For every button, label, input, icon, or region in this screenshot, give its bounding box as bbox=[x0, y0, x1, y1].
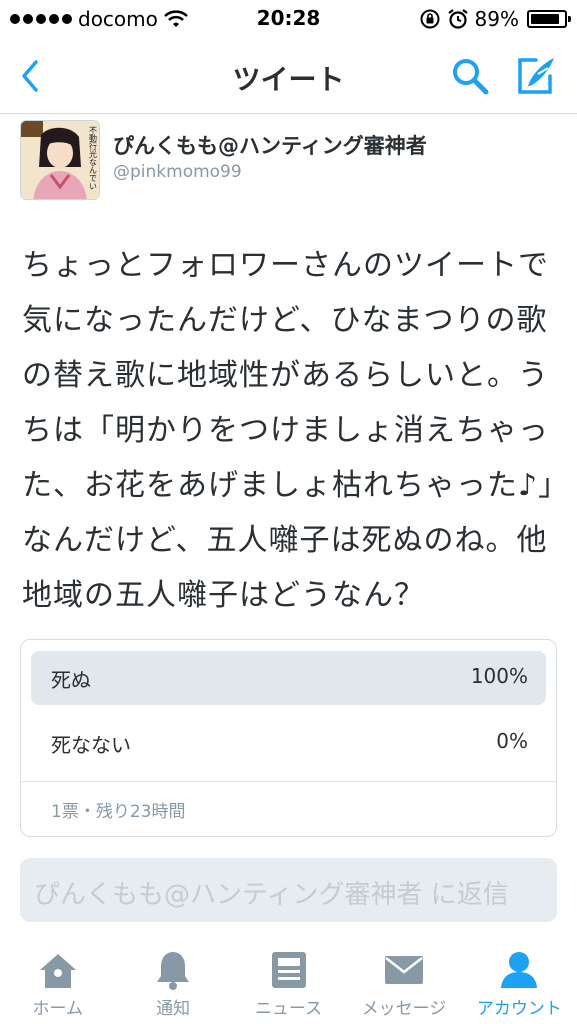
tab-label: ホーム bbox=[32, 999, 83, 1019]
bell-icon bbox=[157, 952, 190, 990]
person-icon bbox=[501, 952, 538, 988]
poll-option-percent: 0% bbox=[496, 729, 528, 753]
author-display-name[interactable]: ぴんくもも@ハンティング審神者 bbox=[113, 130, 427, 160]
tab-messages[interactable]: メッセージ bbox=[346, 938, 461, 1024]
poll-result-bar bbox=[31, 651, 546, 705]
search-icon[interactable] bbox=[448, 54, 492, 98]
tab-notifications[interactable]: 通知 bbox=[115, 938, 230, 1024]
tab-label: ニュース bbox=[254, 999, 323, 1019]
compose-icon[interactable] bbox=[512, 54, 558, 98]
avatar[interactable]: 不動行光なんでい bbox=[20, 120, 100, 200]
tab-label: メッセージ bbox=[361, 999, 447, 1019]
orientation-lock-icon bbox=[420, 9, 440, 29]
status-bar: docomo 20:28 89% bbox=[0, 0, 577, 38]
home-icon bbox=[39, 954, 76, 988]
tweet-text: ちょっとフォロワーさんのツイートで気になったんだけど、ひなまつりの歌の替え歌に地… bbox=[22, 248, 555, 613]
navigation-bar: ツイート bbox=[0, 38, 577, 114]
tab-news[interactable]: ニュース bbox=[231, 938, 346, 1024]
poll-divider bbox=[21, 781, 556, 782]
battery-level-fill bbox=[531, 14, 560, 24]
status-indicators: 89% bbox=[419, 6, 571, 32]
tab-label: 通知 bbox=[156, 999, 191, 1019]
poll-option-label: 死なない bbox=[51, 733, 131, 757]
battery-icon bbox=[527, 10, 571, 28]
poll-option-label: 死ぬ bbox=[51, 668, 91, 692]
reply-placeholder: ぴんくもも@ハンティング審神者 に返信 bbox=[34, 880, 509, 910]
envelope-icon bbox=[384, 956, 423, 984]
alarm-icon bbox=[447, 9, 468, 29]
tab-account[interactable]: アカウント bbox=[462, 938, 577, 1024]
battery-percentage: 89% bbox=[474, 7, 519, 31]
avatar-text: 不動行光なんでい bbox=[89, 126, 98, 190]
avatar-image: 不動行光なんでい bbox=[21, 121, 99, 199]
poll-option: 死なない 0% bbox=[31, 716, 546, 770]
author-handle[interactable]: @pinkmomo99 bbox=[113, 162, 242, 182]
tab-bar: ホーム 通知 ニュース メッセージ アカウント bbox=[0, 938, 577, 1024]
poll-option-percent: 100% bbox=[470, 664, 528, 688]
poll-card: 死ぬ 100% 死なない 0% 1票・残り23時間 bbox=[20, 639, 557, 837]
tab-home[interactable]: ホーム bbox=[0, 938, 115, 1024]
poll-meta: 1票・残り23時間 bbox=[51, 802, 186, 822]
news-icon bbox=[271, 952, 306, 988]
poll-option: 死ぬ 100% bbox=[31, 651, 546, 705]
tab-label: アカウント bbox=[476, 999, 562, 1019]
reply-input[interactable]: ぴんくもも@ハンティング審神者 に返信 bbox=[20, 858, 557, 922]
